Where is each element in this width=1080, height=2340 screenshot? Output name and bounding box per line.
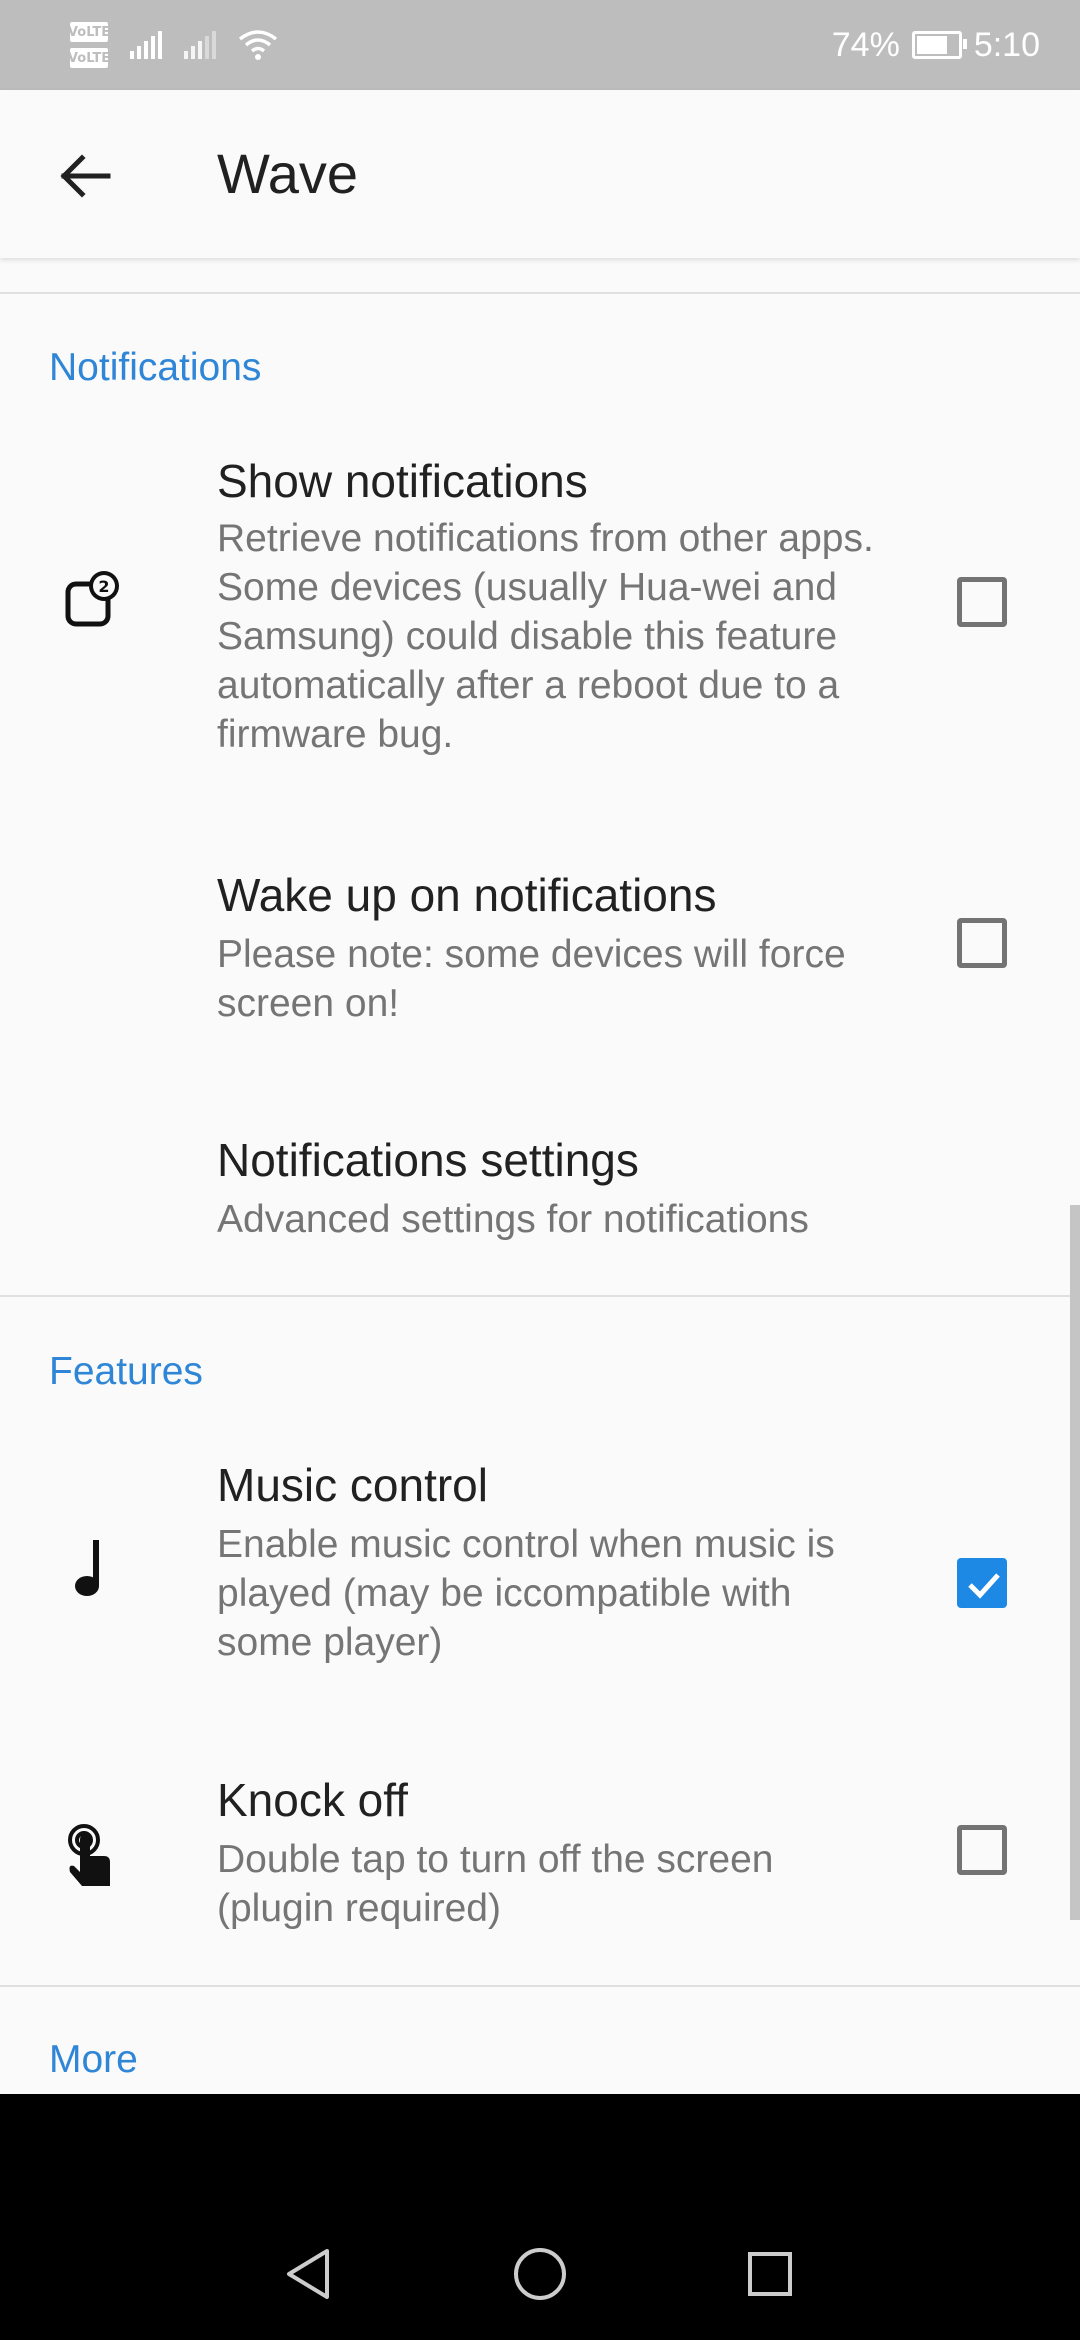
setting-title: Knock off <box>217 1774 408 1826</box>
setting-summary: Double tap to turn off the screen (plugi… <box>217 1838 774 1930</box>
wifi-icon <box>238 30 278 60</box>
nav-back-button[interactable] <box>268 2234 348 2314</box>
setting-show-notifications[interactable]: 2 Show notifications Retrieve notificati… <box>0 440 1080 780</box>
section-title-more: More <box>49 2038 138 2081</box>
section-divider <box>0 1295 1080 1297</box>
battery-icon <box>911 31 967 59</box>
recents-square-icon <box>748 2252 792 2296</box>
volte-indicators: VoLTE VoLTE <box>68 22 110 68</box>
nav-recents-button[interactable] <box>730 2234 810 2314</box>
back-button[interactable] <box>44 136 124 216</box>
status-bar: VoLTE VoLTE 74% 5:10 <box>0 0 1080 90</box>
setting-knock-off[interactable]: Knock off Double tap to turn off the scr… <box>0 1765 1080 1945</box>
section-divider <box>0 292 1080 294</box>
setting-summary: Advanced settings for notifications <box>217 1198 809 1241</box>
battery-percent: 74% <box>831 25 900 64</box>
setting-title: Wake up on notifications <box>217 869 717 921</box>
music-note-icon <box>52 1528 132 1608</box>
status-right-icons: 74% 5:10 <box>832 0 1040 90</box>
knock-off-checkbox[interactable] <box>957 1825 1007 1875</box>
setting-summary: Please note: some devices will force scr… <box>217 933 846 1025</box>
status-left-icons: VoLTE VoLTE <box>68 15 278 75</box>
home-circle-icon <box>514 2248 566 2300</box>
setting-title: Music control <box>217 1459 488 1511</box>
cell-signal-icon-2 <box>184 31 216 59</box>
back-triangle-icon <box>287 2249 329 2299</box>
section-title-features: Features <box>49 1350 203 1393</box>
show-notifications-checkbox[interactable] <box>957 577 1007 627</box>
section-title-notifications: Notifications <box>49 346 262 389</box>
svg-text:2: 2 <box>98 577 109 596</box>
cell-signal-icon-1 <box>130 31 162 59</box>
notification-badge-icon: 2 <box>52 562 132 642</box>
checkmark-icon <box>968 1573 1000 1599</box>
setting-title: Notifications settings <box>217 1134 639 1186</box>
clock: 5:10 <box>973 25 1040 64</box>
navigation-bar <box>0 2094 1080 2340</box>
wake-up-checkbox[interactable] <box>957 918 1007 968</box>
app-bar: Wave <box>0 90 1080 258</box>
setting-summary: Enable music control when music is playe… <box>217 1523 835 1664</box>
volte-icon-1: VoLTE <box>68 22 110 42</box>
nav-home-button[interactable] <box>500 2234 580 2314</box>
setting-wake-up-on-notifications[interactable]: Wake up on notifications Please note: so… <box>0 858 1080 1038</box>
arrow-left-icon <box>60 154 111 198</box>
volte-icon-2: VoLTE <box>68 48 110 68</box>
page-title: Wave <box>217 142 359 205</box>
scrollbar[interactable] <box>1070 1205 1080 1920</box>
music-control-checkbox[interactable] <box>957 1558 1007 1608</box>
setting-title: Show notifications <box>217 455 588 507</box>
tap-gesture-icon <box>52 1817 132 1897</box>
setting-music-control[interactable]: Music control Enable music control when … <box>0 1450 1080 1680</box>
section-divider <box>0 1985 1080 1987</box>
setting-summary: Retrieve notifications from other apps. … <box>217 517 874 756</box>
setting-notifications-settings[interactable]: Notifications settings Advanced settings… <box>0 1125 1080 1255</box>
